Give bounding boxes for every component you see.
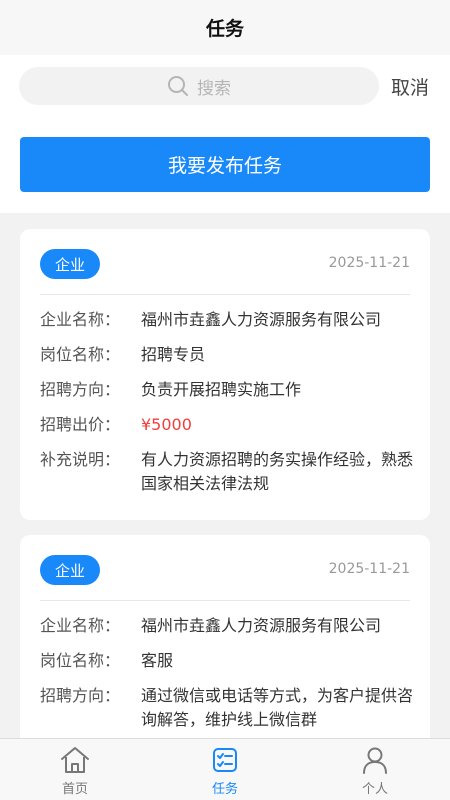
field-label: 招聘方向： <box>40 380 121 399</box>
home-icon <box>59 745 91 775</box>
recruit-price: ¥5000 <box>141 415 192 434</box>
cancel-button[interactable]: 取消 <box>391 67 429 105</box>
nav-bar: 任务 <box>0 0 450 55</box>
task-card[interactable]: 企业 2025-11-21 企业名称： 福州市垚鑫人力资源服务有限公司 岗位名称… <box>20 229 430 520</box>
company-name: 福州市垚鑫人力资源服务有限公司 <box>141 616 382 635</box>
direction-row: 招聘方向： 负责开展招聘实施工作 <box>40 378 416 402</box>
position-name: 客服 <box>141 651 174 670</box>
direction-row: 招聘方向： 通过微信或电话等方式，为客户提供咨询解答，维护线上微信群 <box>40 684 416 732</box>
company-row: 企业名称： 福州市垚鑫人力资源服务有限公司 <box>40 308 416 332</box>
field-label: 招聘出价： <box>40 415 121 434</box>
recruit-direction: 负责开展招聘实施工作 <box>141 380 302 399</box>
field-label: 企业名称： <box>40 616 121 635</box>
tab-label: 个人 <box>361 782 388 797</box>
tab-label: 任务 <box>211 782 238 797</box>
company-row: 企业名称： 福州市垚鑫人力资源服务有限公司 <box>40 614 416 638</box>
field-label: 岗位名称： <box>40 651 121 670</box>
divider <box>40 600 410 601</box>
bottom-tab-bar: 首页 任务 个人 <box>0 738 450 800</box>
position-name: 招聘专员 <box>141 345 206 364</box>
company-name: 福州市垚鑫人力资源服务有限公司 <box>141 310 382 329</box>
search-placeholder: 搜索 <box>197 78 231 99</box>
extra-note: 有人力资源招聘的务实操作经验，熟悉国家相关法律法规 <box>141 450 414 493</box>
task-date: 2025-11-21 <box>328 561 410 577</box>
search-row: 搜索 取消 <box>0 67 450 105</box>
type-tag: 企业 <box>40 555 100 585</box>
position-row: 岗位名称： 招聘专员 <box>40 343 416 367</box>
price-row: 招聘出价： ¥5000 <box>40 413 416 437</box>
task-details: 企业名称： 福州市垚鑫人力资源服务有限公司 岗位名称： 客服 招聘方向： 通过微… <box>40 614 416 743</box>
note-row: 补充说明： 有人力资源招聘的务实操作经验，熟悉国家相关法律法规 <box>40 448 416 496</box>
divider <box>40 294 410 295</box>
search-input[interactable]: 搜索 <box>19 67 379 105</box>
task-card[interactable]: 企业 2025-11-21 企业名称： 福州市垚鑫人力资源服务有限公司 岗位名称… <box>20 535 430 765</box>
task-date: 2025-11-21 <box>328 255 410 271</box>
field-label: 补充说明： <box>40 450 121 469</box>
position-row: 岗位名称： 客服 <box>40 649 416 673</box>
task-list-icon <box>212 745 238 775</box>
field-label: 招聘方向： <box>40 686 121 705</box>
tab-task[interactable]: 任务 <box>175 739 275 800</box>
page-title: 任务 <box>205 18 244 40</box>
task-details: 企业名称： 福州市垚鑫人力资源服务有限公司 岗位名称： 招聘专员 招聘方向： 负… <box>40 308 416 507</box>
field-label: 岗位名称： <box>40 345 121 364</box>
recruit-direction: 通过微信或电话等方式，为客户提供咨询解答，维护线上微信群 <box>141 686 414 729</box>
tab-label: 首页 <box>61 782 88 797</box>
person-icon <box>361 745 389 775</box>
field-label: 企业名称： <box>40 310 121 329</box>
publish-task-button[interactable]: 我要发布任务 <box>20 137 430 192</box>
tab-profile[interactable]: 个人 <box>325 739 425 800</box>
search-icon <box>168 76 188 96</box>
top-panel: 搜索 取消 我要发布任务 <box>0 55 450 213</box>
type-tag: 企业 <box>40 249 100 279</box>
tab-home[interactable]: 首页 <box>25 739 125 800</box>
